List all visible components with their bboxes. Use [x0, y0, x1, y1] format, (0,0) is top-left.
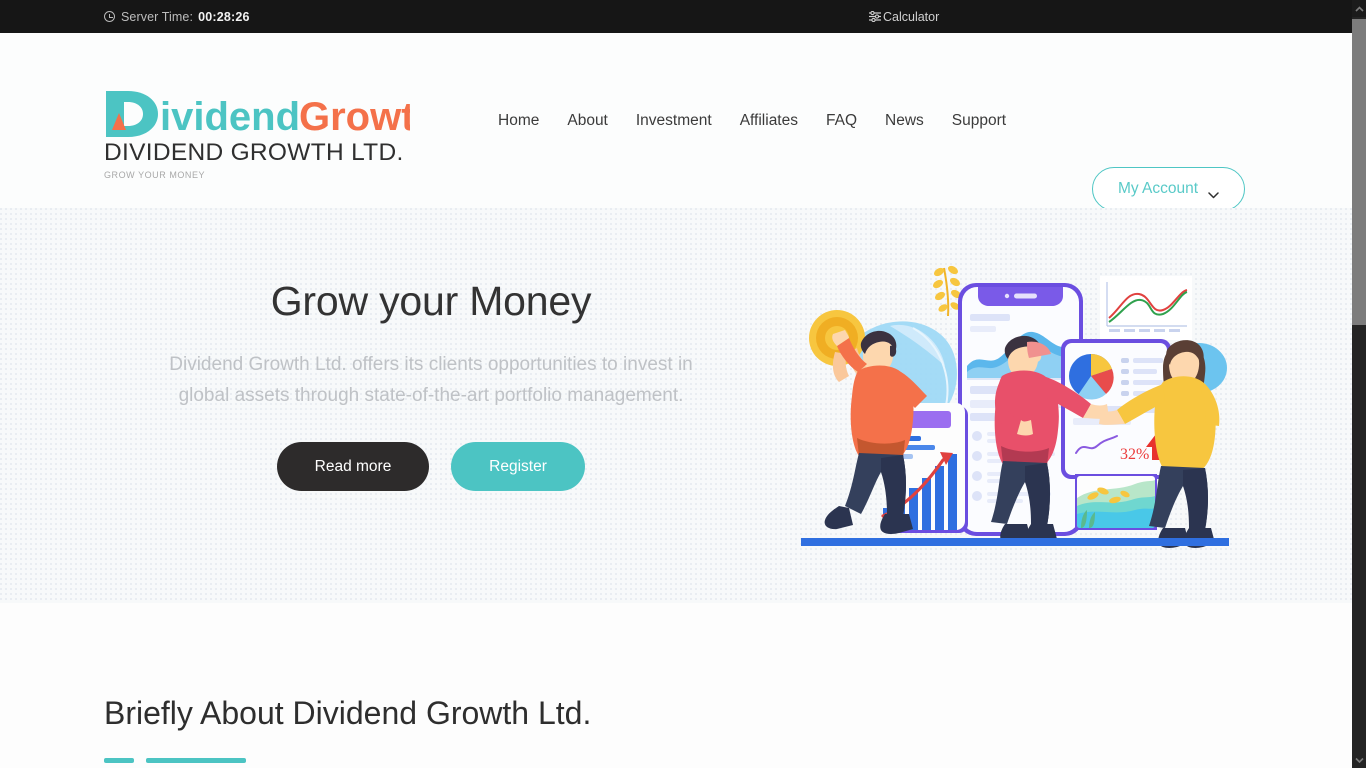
scroll-down-button[interactable] [1352, 751, 1366, 768]
my-account-label: My Account [1117, 180, 1199, 197]
about-divider [104, 758, 246, 763]
vertical-scrollbar[interactable] [1352, 0, 1366, 768]
nav-item-faq[interactable]: FAQ [826, 112, 885, 130]
about-section: Briefly About Dividend Growth Ltd. [0, 603, 1352, 768]
nav-item-news[interactable]: News [885, 112, 952, 130]
server-time-block: Server Time: 00:28:26 [104, 10, 250, 24]
about-title: Briefly About Dividend Growth Ltd. [104, 695, 592, 731]
company-name: DIVIDEND GROWTH LTD. [104, 139, 404, 166]
hero-button-group: Read more Register [104, 442, 758, 492]
divider-short [104, 758, 134, 763]
growth-metric-label: 32% [1120, 446, 1149, 463]
hero-subtitle: Dividend Growth Ltd. offers its clients … [169, 354, 693, 407]
server-time-label: Server Time: [121, 9, 194, 24]
sliders-icon [869, 10, 881, 23]
chevron-up-icon [1354, 5, 1364, 12]
svg-text:ividend: ividend [160, 95, 300, 139]
nav-item-home[interactable]: Home [498, 112, 567, 130]
chevron-down-icon [1208, 186, 1219, 198]
hero-section: Grow your Money Dividend Growth Ltd. off… [0, 208, 1352, 603]
nav-item-support[interactable]: Support [952, 112, 1006, 130]
read-more-button[interactable]: Read more [277, 442, 429, 492]
calculator-link[interactable]: Calculator [869, 10, 939, 24]
top-utility-bar: Server Time: 00:28:26 Calculator [0, 0, 1352, 33]
logo-d-triangle-icon: ividend Growth [106, 91, 410, 139]
register-button[interactable]: Register [451, 442, 585, 492]
my-account-button[interactable]: My Account [1092, 167, 1245, 211]
hero-text-block: Grow your Money Dividend Growth Ltd. off… [104, 278, 758, 492]
nav-item-affiliates[interactable]: Affiliates [740, 112, 826, 130]
browser-viewport: Server Time: 00:28:26 Calculator ividend… [0, 0, 1366, 768]
calculator-label: Calculator [883, 9, 940, 24]
nav-item-investment[interactable]: Investment [636, 112, 740, 130]
page-content: Server Time: 00:28:26 Calculator ividend… [0, 0, 1352, 768]
scroll-up-button[interactable] [1352, 0, 1366, 17]
divider-long [146, 758, 246, 763]
clock-icon [104, 11, 115, 22]
site-logo[interactable]: ividend Growth DIVIDEND GROWTH LTD. GROW… [104, 89, 444, 180]
server-time-value: 00:28:26 [198, 9, 250, 24]
main-navigation: Home About Investment Affiliates FAQ New… [498, 112, 1006, 130]
nav-item-about[interactable]: About [567, 112, 636, 130]
company-tagline: GROW YOUR MONEY [104, 169, 206, 180]
investment-team-illustration: 32% [795, 248, 1245, 558]
hero-title: Grow your Money [270, 278, 592, 324]
svg-text:Growth: Growth [299, 95, 410, 139]
chevron-down-icon [1354, 757, 1364, 763]
scroll-thumb[interactable] [1352, 19, 1366, 325]
site-header: ividend Growth DIVIDEND GROWTH LTD. GROW… [0, 33, 1352, 211]
